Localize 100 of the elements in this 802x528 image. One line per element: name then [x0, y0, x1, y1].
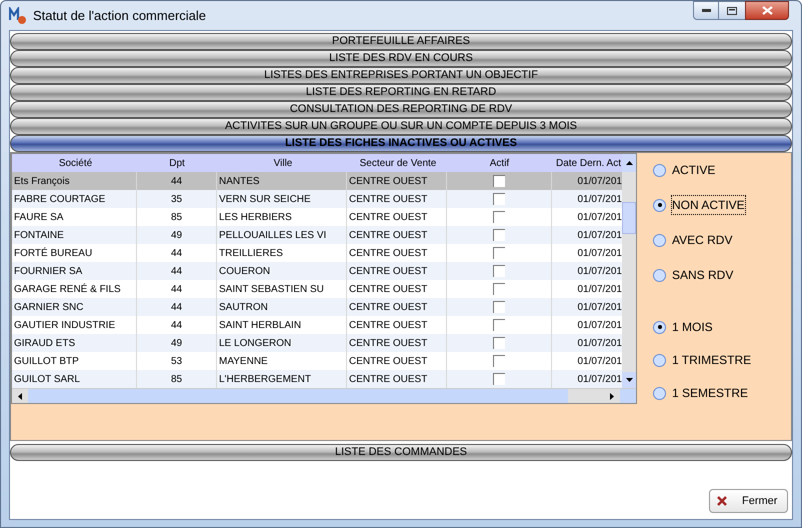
minimize-button[interactable]: [693, 1, 719, 20]
checkbox[interactable]: [493, 373, 505, 385]
radio-label: 1 SEMESTRE: [672, 385, 748, 402]
table-cell-text: CENTRE OUEST: [349, 336, 428, 350]
column-header[interactable]: Date Dern. Act: [556, 156, 621, 170]
horizontal-scrollbar[interactable]: [12, 388, 636, 403]
table-cell-text: L'HERBERGEMENT: [219, 372, 311, 386]
table-cell-text: MAYENNE: [219, 354, 268, 368]
table-cell-text: GARAGE RENÉ & FILS: [14, 282, 121, 296]
table-cell-text: CENTRE OUEST: [349, 372, 428, 386]
table-cell-text: CENTRE OUEST: [349, 192, 428, 206]
table-row[interactable]: GUILOT SARL 85 L'HERBERGEMENT CENTRE OUEST 01/07/201: [12, 370, 622, 388]
table-cell-text: COUERON: [219, 264, 270, 278]
table-cell-text: 44: [170, 174, 182, 188]
table-cell-text: FAURE SA: [14, 210, 64, 224]
table-cell-text: 53: [170, 354, 182, 368]
radio-option[interactable]: 1 SEMESTRE: [653, 384, 752, 402]
table-row[interactable]: GARNIER SNC 44 SAUTRON CENTRE OUEST 01/07/201: [12, 298, 622, 316]
scroll-up-icon[interactable]: [626, 161, 632, 165]
section-header[interactable]: LISTE DES FICHES INACTIVES OU ACTIVES: [10, 135, 792, 152]
table-cell-text: 35: [170, 192, 182, 206]
table-cell-text: 01/07/201: [578, 372, 622, 386]
vertical-scrollbar[interactable]: [622, 154, 636, 388]
checkbox[interactable]: [493, 175, 505, 187]
checkbox[interactable]: [493, 355, 505, 367]
radio-option[interactable]: NON ACTIVE: [653, 196, 752, 214]
checkbox[interactable]: [493, 193, 505, 205]
checkbox[interactable]: [493, 337, 505, 349]
checkbox[interactable]: [493, 265, 505, 277]
scroll-left-icon[interactable]: [18, 392, 22, 400]
radio-option[interactable]: 1 MOIS: [653, 318, 752, 336]
table-cell-text: CENTRE OUEST: [349, 210, 428, 224]
close-window-button[interactable]: [745, 1, 789, 20]
table-cell-text: CENTRE OUEST: [349, 354, 428, 368]
column-header[interactable]: Société: [58, 156, 92, 170]
table-row[interactable]: GARAGE RENÉ & FILS 44 SAINT SEBASTIEN SU CENTRE OUEST 01/07/201: [12, 280, 622, 298]
table-row[interactable]: FABRE COURTAGE 35 VERN SUR SEICHE CENTRE OUEST 01/07/201: [12, 190, 622, 208]
radio-label: 1 TRIMESTRE: [672, 352, 752, 369]
table-row[interactable]: Ets François 44 NANTES CENTRE OUEST 01/07/201: [12, 172, 622, 190]
section-header[interactable]: CONSULTATION DES REPORTING DE RDV: [10, 101, 792, 118]
table-cell-text: CENTRE OUEST: [349, 228, 428, 242]
table-row[interactable]: GUILLOT BTP 53 MAYENNE CENTRE OUEST 01/07/201: [12, 352, 622, 370]
table-cell-text: TREILLIERES: [219, 246, 283, 260]
column-header[interactable]: Dpt: [169, 156, 185, 170]
close-button[interactable]: Fermer: [709, 489, 788, 513]
table-cell-text: 01/07/201: [578, 282, 622, 296]
table-row[interactable]: FORTÉ BUREAU 44 TREILLIERES CENTRE OUEST 01/07/201: [12, 244, 622, 262]
table-cell-text: 44: [170, 282, 182, 296]
checkbox[interactable]: [493, 229, 505, 241]
table-cell-text: LES HERBIERS: [219, 210, 292, 224]
radio-option[interactable]: AVEC RDV: [653, 231, 752, 249]
table-row[interactable]: GAUTIER INDUSTRIE 44 SAINT HERBLAIN CENTRE OUEST 01/07/201: [12, 316, 622, 334]
maximize-button[interactable]: [719, 1, 745, 20]
table-cell-text: 01/07/201: [578, 246, 622, 260]
table-cell-text: 01/07/201: [578, 174, 622, 188]
scroll-down-icon[interactable]: [626, 378, 632, 382]
radio-option[interactable]: SANS RDV: [653, 266, 752, 284]
section-header[interactable]: PORTEFEUILLE AFFAIRES: [10, 33, 792, 50]
table-cell-text: 85: [170, 372, 182, 386]
table-cell-text: GUILLOT BTP: [14, 354, 79, 368]
table-cell-text: 01/07/201: [578, 228, 622, 242]
table-cell-text: LE LONGERON: [219, 336, 292, 350]
table-cell-text: PELLOUAILLES LES VI: [219, 228, 326, 242]
table-cell-text: 01/07/201: [578, 354, 622, 368]
table-row[interactable]: FOURNIER SA 44 COUERON CENTRE OUEST 01/07/201: [12, 262, 622, 280]
section-header[interactable]: ACTIVITES SUR UN GROUPE OU SUR UN COMPTE DEPUIS 3 MOIS: [10, 118, 792, 135]
checkbox[interactable]: [493, 283, 505, 295]
scrollbar-thumb[interactable]: [28, 389, 568, 403]
radio-label: ACTIVE: [672, 162, 716, 179]
app-logo-icon: [9, 6, 27, 24]
table-row[interactable]: FAURE SA 85 LES HERBIERS CENTRE OUEST 01/07/201: [12, 208, 622, 226]
scroll-right-icon[interactable]: [610, 392, 614, 400]
section-header[interactable]: LISTE DES RDV EN COURS: [10, 50, 792, 67]
column-header[interactable]: Ville: [274, 156, 292, 170]
column-header[interactable]: Secteur de Vente: [360, 156, 436, 170]
section-header[interactable]: LISTE DES REPORTING EN RETARD: [10, 84, 792, 101]
checkbox[interactable]: [493, 211, 505, 223]
table-cell-text: 01/07/201: [578, 336, 622, 350]
checkbox[interactable]: [493, 301, 505, 313]
section-header[interactable]: LISTE DES COMMANDES: [10, 444, 792, 461]
checkbox[interactable]: [493, 319, 505, 331]
maximize-icon: [727, 6, 737, 14]
table-cell-text: GARNIER SNC: [14, 300, 84, 314]
radio-option[interactable]: 1 TRIMESTRE: [653, 351, 752, 369]
table-cell-text: 01/07/201: [578, 300, 622, 314]
column-header[interactable]: Actif: [490, 156, 510, 170]
close-icon: [716, 495, 728, 507]
table-cell-text: 44: [170, 264, 182, 278]
table-cell-text: CENTRE OUEST: [349, 282, 428, 296]
table-cell-text: 44: [170, 318, 182, 332]
section-header[interactable]: LISTES DES ENTREPRISES PORTANT UN OBJECTIF: [10, 67, 792, 84]
scrollbar-thumb[interactable]: [622, 202, 636, 234]
table-row[interactable]: GIRAUD ETS 49 LE LONGERON CENTRE OUEST 01/07/201: [12, 334, 622, 352]
table-cell-text: GAUTIER INDUSTRIE: [14, 318, 116, 332]
checkbox[interactable]: [493, 247, 505, 259]
radio-option[interactable]: ACTIVE: [653, 161, 752, 179]
table-row[interactable]: FONTAINE 49 PELLOUAILLES LES VI CENTRE OUEST 01/07/201: [12, 226, 622, 244]
table-cell-text: 44: [170, 300, 182, 314]
table-cell-text: 01/07/201: [578, 318, 622, 332]
table-cell-text: 49: [170, 336, 182, 350]
